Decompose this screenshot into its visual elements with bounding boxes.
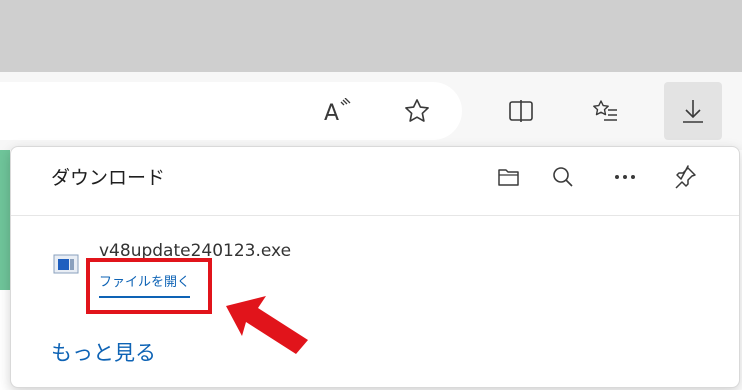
panel-title: ダウンロード bbox=[51, 167, 166, 189]
search-icon[interactable] bbox=[545, 159, 581, 195]
more-options-icon[interactable] bbox=[607, 159, 643, 195]
page-content-edge bbox=[0, 150, 10, 290]
header-divider bbox=[11, 215, 739, 216]
annotation-arrow-icon bbox=[226, 296, 308, 354]
highlight-box bbox=[86, 258, 212, 314]
favorite-star-icon[interactable] bbox=[388, 82, 446, 140]
exe-file-icon bbox=[53, 253, 79, 275]
download-icon[interactable] bbox=[664, 82, 722, 140]
svg-text:A: A bbox=[324, 101, 339, 124]
open-folder-icon[interactable] bbox=[491, 159, 527, 195]
favorites-list-icon[interactable] bbox=[576, 82, 634, 140]
tab-strip bbox=[0, 0, 742, 72]
read-aloud-icon[interactable]: A bbox=[308, 82, 366, 140]
see-more-link[interactable]: もっと見る bbox=[51, 337, 156, 367]
split-screen-icon[interactable] bbox=[492, 82, 550, 140]
pin-icon[interactable] bbox=[667, 159, 703, 195]
